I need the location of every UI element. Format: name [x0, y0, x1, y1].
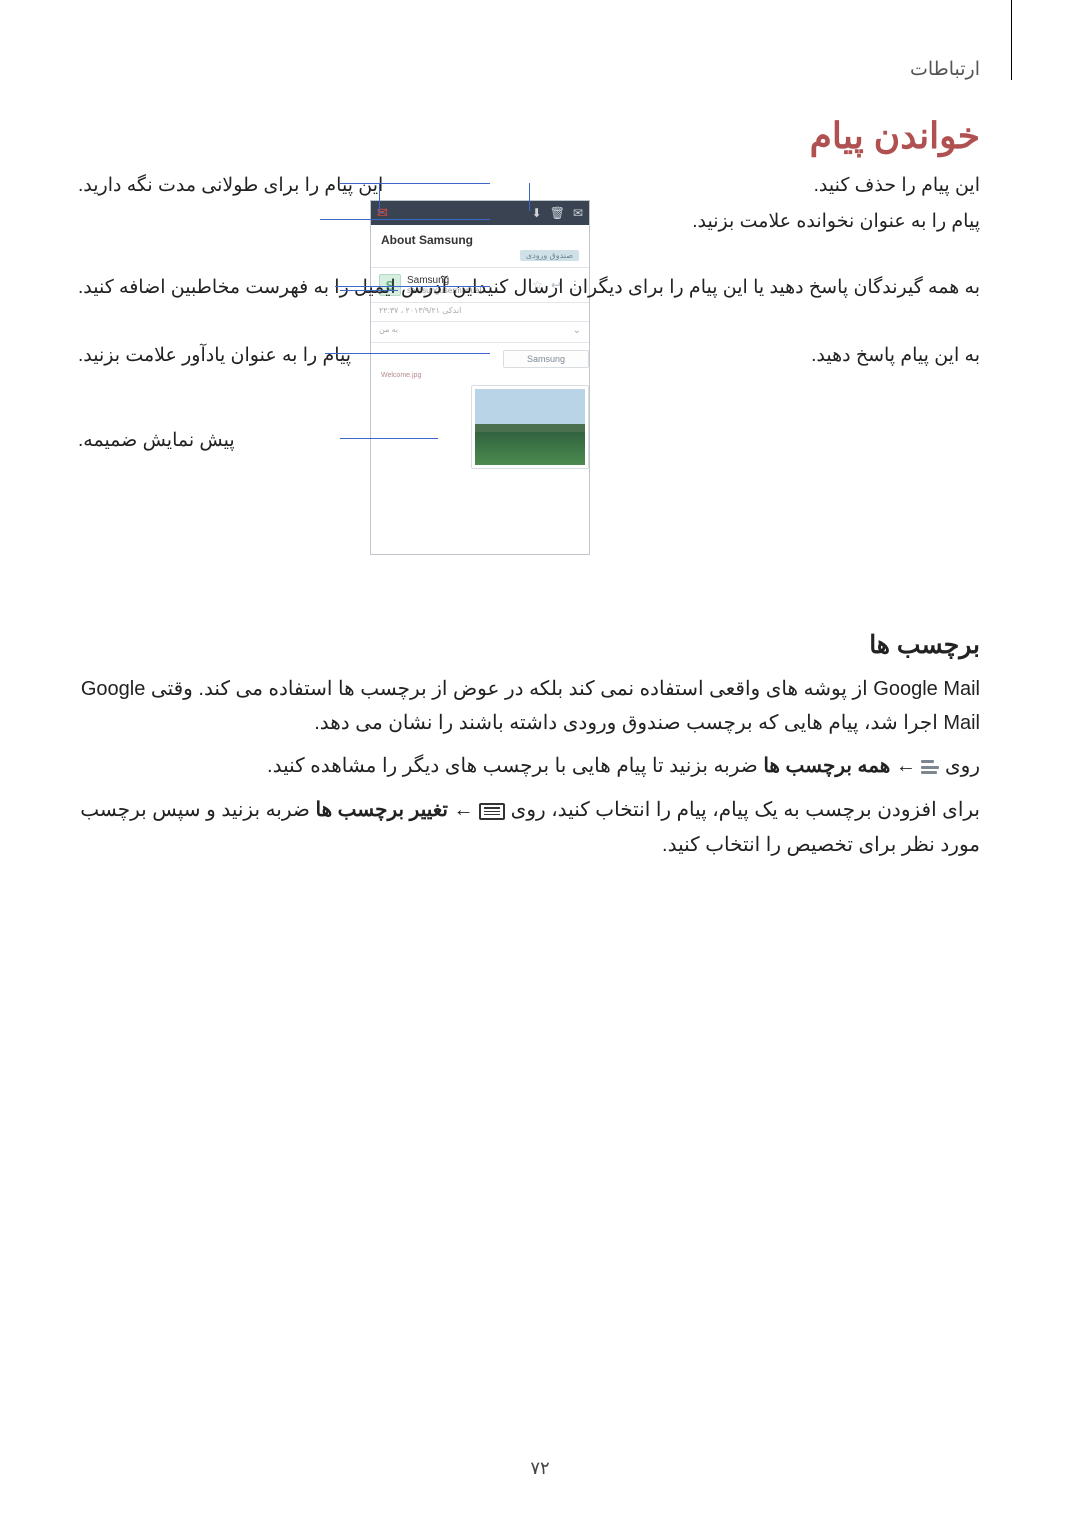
list-box-icon	[479, 794, 505, 828]
leader	[379, 212, 383, 213]
attachment-label: Welcome.jpg	[381, 372, 589, 379]
to-text: به من	[379, 325, 398, 336]
callout-mark-unread: پیام را به عنوان نخوانده علامت بزنید.	[692, 208, 980, 236]
leader	[340, 183, 370, 184]
subject-bar: About Samsung صندوق ورودی	[371, 225, 589, 267]
labels-p3: برای افزودن برچسب به یک پیام، پیام را ان…	[80, 793, 980, 862]
leader	[529, 183, 530, 211]
labels-p1: Google Mail از پوشه های واقعی استفاده نم…	[80, 672, 980, 740]
leader	[335, 286, 490, 287]
reply-tab[interactable]: Samsung	[503, 350, 589, 368]
archive-icon[interactable]: ⬇	[532, 206, 542, 220]
phone-actionbar: ✉ ⬇ 🗑 ✉	[371, 201, 589, 225]
to-row[interactable]: به من ⌄	[371, 322, 589, 343]
leader	[379, 183, 380, 212]
callout-keep: این پیام را برای طولانی مدت نگه دارید.	[78, 172, 383, 200]
page-number: ۷۲	[0, 1458, 1080, 1479]
callout-reply: به این پیام پاسخ دهید.	[811, 342, 980, 370]
phone-mock: ✉ ⬇ 🗑 ✉ About Samsung صندوق ورودی S Sams…	[370, 200, 590, 555]
callout-delete: این پیام را حذف کنید.	[814, 172, 980, 200]
leader	[340, 290, 398, 291]
menu-lines-icon	[921, 750, 939, 784]
attachment-image	[475, 389, 585, 465]
header-section: ارتباطات	[910, 58, 980, 81]
meta-row: اندکی ۲۰۱۳/۹/۲۱ ، ۲۲:۳۷	[371, 303, 589, 322]
page-rule	[1011, 0, 1012, 80]
attachment-preview[interactable]	[471, 385, 589, 469]
subject-text: About Samsung	[381, 233, 579, 247]
callout-preview: پیش نمایش ضمیمه.	[78, 427, 235, 455]
labels-title: برچسب ها	[869, 630, 980, 660]
page-title: خواندن پیام	[810, 115, 980, 157]
leader	[350, 183, 490, 184]
mark-unread-icon[interactable]: ✉	[573, 206, 583, 220]
callout-add-contact: این آدرس ایمیل را به فهرست مخاطبین اضافه…	[78, 274, 477, 302]
labels-p2: روی ← همه برچسب ها ضربه بزنید تا پیام ها…	[80, 749, 980, 784]
callout-reminder: پیام را به عنوان یادآور علامت بزنید.	[78, 342, 351, 370]
callout-reply-all: به همه گیرندگان پاسخ دهید یا این پیام را…	[472, 274, 980, 302]
chevron-down-icon: ⌄	[573, 325, 581, 336]
delete-icon[interactable]: 🗑	[550, 206, 565, 220]
leader	[320, 219, 490, 220]
leader	[340, 353, 420, 354]
inbox-chip: صندوق ورودی	[520, 250, 579, 261]
date-text: اندکی ۲۰۱۳/۹/۲۱ ، ۲۲:۳۷	[379, 306, 461, 315]
leader	[340, 438, 438, 439]
